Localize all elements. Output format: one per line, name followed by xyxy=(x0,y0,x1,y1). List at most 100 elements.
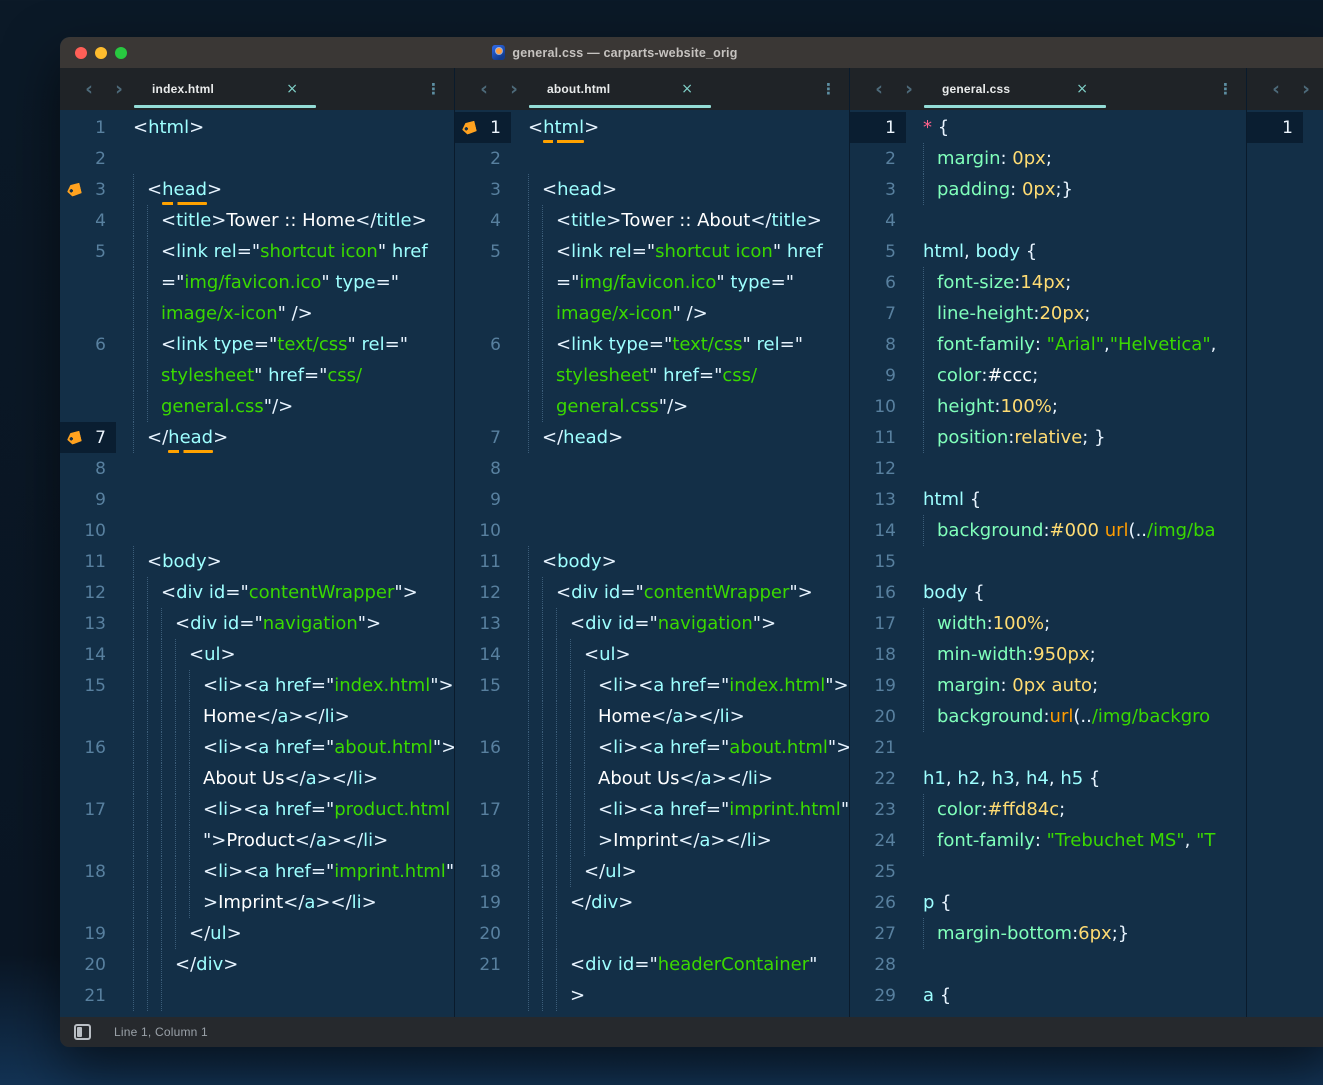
code-line: >Imprint</a></li> xyxy=(116,887,454,918)
code-row: 6font-size:14px; xyxy=(850,267,1246,298)
code-token: a xyxy=(316,830,327,851)
zoom-window-button[interactable] xyxy=(115,47,127,59)
code-row: 22h1, h2, h3, h4, h5 { xyxy=(850,763,1246,794)
indent-guide xyxy=(584,701,598,732)
code-editor[interactable]: 1* {2margin: 0px;3padding: 0px;}45html, … xyxy=(850,110,1246,1017)
indent-guide xyxy=(528,763,542,794)
chevron-right-icon[interactable]: › xyxy=(900,80,918,99)
code-token: =" xyxy=(556,272,579,293)
code-row: 3<head> xyxy=(60,174,454,205)
code-editor[interactable]: 1<html>23<head>4<title>Tower :: Home</ti… xyxy=(60,110,454,1017)
code-row: 18min-width:950px; xyxy=(850,639,1246,670)
code-line: font-family: "Arial","Helvetica", xyxy=(906,329,1246,360)
code-token: < xyxy=(161,582,176,603)
line-number: 3 xyxy=(60,174,116,205)
code-token: li xyxy=(613,675,623,696)
line-number: 18 xyxy=(60,856,116,887)
line-number xyxy=(455,391,511,422)
tab-about.html[interactable]: about.html × xyxy=(529,68,711,110)
code-token: > xyxy=(730,706,745,727)
code-row: 3padding: 0px;} xyxy=(850,174,1246,205)
line-number: 14 xyxy=(850,515,906,546)
tab-general.css[interactable]: general.css × xyxy=(924,68,1106,110)
code-token: > xyxy=(757,830,772,851)
code-token: (.. xyxy=(1129,520,1147,541)
indent-guide xyxy=(570,670,584,701)
more-options-icon[interactable]: ⋮ xyxy=(821,82,836,97)
code-row: 11position:relative; } xyxy=(850,422,1246,453)
indent-guide xyxy=(528,205,542,236)
code-token: > xyxy=(363,768,378,789)
code-row: 26p { xyxy=(850,887,1246,918)
code-token: index.html xyxy=(334,675,430,696)
close-tab-icon[interactable]: × xyxy=(681,81,693,97)
code-token: h2 xyxy=(957,768,980,789)
code-token: Tower :: Home xyxy=(226,210,355,231)
tab-index.html[interactable]: index.html× xyxy=(134,68,316,110)
code-token: < xyxy=(189,644,204,665)
code-row: 4<title>Tower :: About</title> xyxy=(455,205,849,236)
more-options-icon[interactable]: ⋮ xyxy=(1218,82,1233,97)
line-number: 26 xyxy=(850,887,906,918)
indent-guide xyxy=(175,856,189,887)
close-tab-icon[interactable]: × xyxy=(1076,81,1088,97)
line-number: 29 xyxy=(850,980,906,1011)
code-token: : xyxy=(1010,179,1022,200)
line-number: 7 xyxy=(60,422,116,453)
sidebar-toggle-icon[interactable] xyxy=(74,1024,91,1040)
more-options-icon[interactable]: ⋮ xyxy=(426,82,441,97)
chevron-right-icon[interactable]: › xyxy=(110,80,128,99)
line-number: 13 xyxy=(60,608,116,639)
chevron-left-icon[interactable]: ‹ xyxy=(475,80,493,99)
code-token: { xyxy=(1020,241,1037,262)
chevron-left-icon[interactable]: ‹ xyxy=(80,80,98,99)
code-line: <div id="contentWrapper"> xyxy=(116,577,454,608)
tab-label: general.css xyxy=(942,82,1010,96)
code-token: head xyxy=(168,427,213,448)
close-window-button[interactable] xyxy=(75,47,87,59)
indent-guide xyxy=(161,887,175,918)
indent-guide xyxy=(175,639,189,670)
minimize-window-button[interactable] xyxy=(95,47,107,59)
indent-guide xyxy=(133,949,147,980)
code-row: 14background:#000 url(../img/ba xyxy=(850,515,1246,546)
line-number: 21 xyxy=(60,980,116,1011)
chevron-right-icon[interactable]: › xyxy=(505,80,523,99)
chevron-left-icon[interactable]: ‹ xyxy=(870,80,888,99)
code-token: ; xyxy=(1052,396,1058,417)
line-number: 5 xyxy=(455,236,511,267)
code-line: stylesheet" href="css/ xyxy=(511,360,849,391)
indent-guide xyxy=(923,391,937,422)
code-token: shortcut icon xyxy=(655,241,773,262)
code-line: <li><a href="product.html xyxy=(116,794,454,825)
code-token: >< xyxy=(623,675,653,696)
code-token: < xyxy=(133,117,148,138)
code-token: > xyxy=(608,427,623,448)
code-editor[interactable]: 1 xyxy=(1247,110,1323,1017)
code-token: > xyxy=(203,892,218,913)
line-number: 12 xyxy=(455,577,511,608)
indent-guide xyxy=(556,825,570,856)
code-token: </ xyxy=(355,210,376,231)
indent-guide xyxy=(542,701,556,732)
code-token: "> xyxy=(433,737,454,758)
chevron-right-icon[interactable]: › xyxy=(1297,80,1315,99)
code-line: <div id="navigation"> xyxy=(116,608,454,639)
line-number: 15 xyxy=(60,670,116,701)
code-editor[interactable]: 1<html>23<head>4<title>Tower :: About</t… xyxy=(455,110,849,1017)
code-token: >< xyxy=(228,737,258,758)
code-token: </ xyxy=(680,768,701,789)
code-token: , xyxy=(946,768,957,789)
indent-guide xyxy=(570,701,584,732)
line-number: 6 xyxy=(455,329,511,360)
tab-bar: ‹ › general.css × ⋮ xyxy=(850,68,1246,110)
close-tab-icon[interactable]: × xyxy=(286,81,298,97)
code-line: h1, h2, h3, h4, h5 { xyxy=(906,763,1246,794)
code-token: margin xyxy=(937,148,1000,169)
line-number: 11 xyxy=(455,546,511,577)
code-token: , xyxy=(1015,768,1026,789)
indent-guide xyxy=(542,608,556,639)
chevron-left-icon[interactable]: ‹ xyxy=(1267,80,1285,99)
line-number xyxy=(60,391,116,422)
tab-label: about.html xyxy=(547,82,610,96)
